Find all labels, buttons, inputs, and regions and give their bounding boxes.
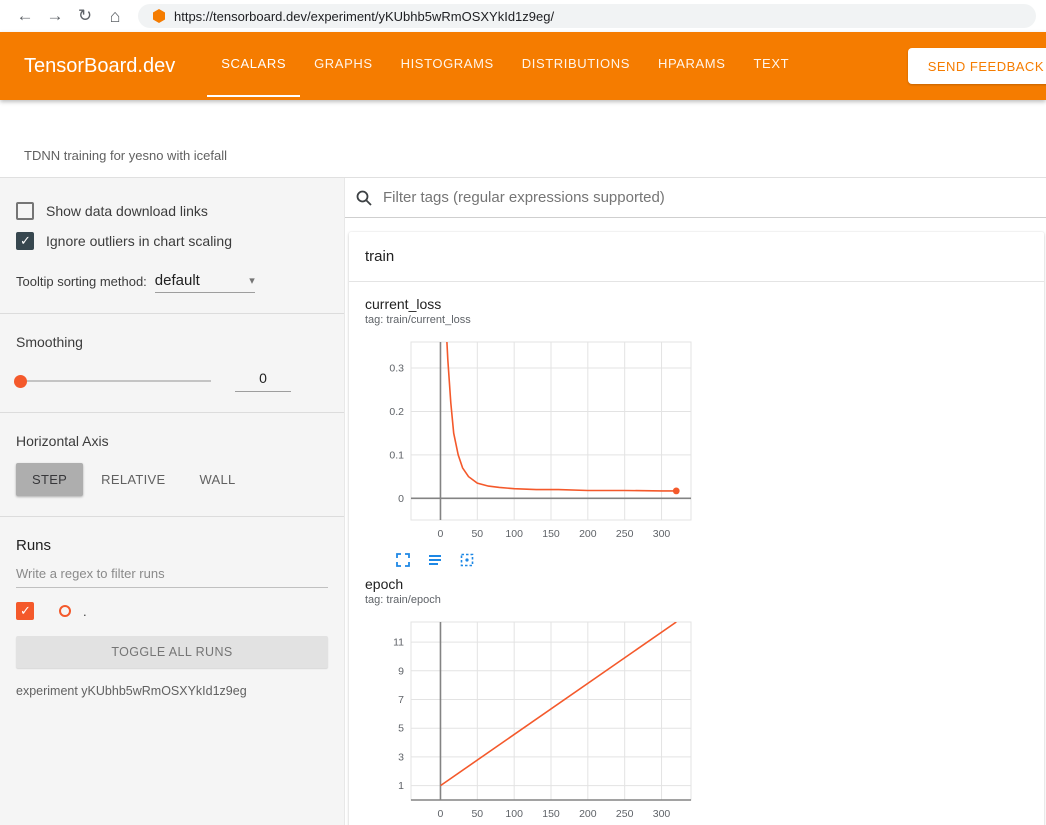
divider bbox=[0, 412, 344, 413]
subheader: TDNN training for yesno with icefall bbox=[0, 100, 1046, 178]
svg-text:100: 100 bbox=[505, 528, 523, 540]
show-download-links-label: Show data download links bbox=[46, 203, 208, 219]
tooltip-sorting-row: Tooltip sorting method: default bbox=[16, 272, 328, 293]
search-icon bbox=[355, 189, 373, 207]
sidebar: Show data download links Ignore outliers… bbox=[0, 178, 345, 825]
experiment-caption: experiment yKUbhb5wRmOSXYkId1z9eg bbox=[16, 684, 328, 698]
nav-tabs: SCALARS GRAPHS HISTOGRAMS DISTRIBUTIONS … bbox=[207, 32, 803, 100]
ignore-outliers-checkbox[interactable] bbox=[16, 232, 34, 250]
show-download-links-row[interactable]: Show data download links bbox=[16, 202, 328, 220]
filter-tags-input[interactable] bbox=[383, 189, 1046, 206]
home-icon[interactable] bbox=[100, 6, 130, 27]
runs-label: Runs bbox=[16, 537, 328, 554]
browser-chrome: https://tensorboard.dev/experiment/yKUbh… bbox=[0, 0, 1046, 32]
svg-text:0.1: 0.1 bbox=[389, 449, 404, 461]
smoothing-label: Smoothing bbox=[16, 334, 328, 350]
svg-text:50: 50 bbox=[471, 528, 483, 540]
ignore-outliers-label: Ignore outliers in chart scaling bbox=[46, 233, 232, 249]
tab-hparams[interactable]: HPARAMS bbox=[644, 32, 740, 97]
svg-text:3: 3 bbox=[398, 751, 404, 763]
wall-button[interactable]: WALL bbox=[183, 463, 251, 496]
chart-card: current_loss tag: train/current_loss 0 50 10… bbox=[365, 296, 700, 568]
chart-tag: tag: train/current_loss bbox=[365, 314, 700, 326]
svg-text:200: 200 bbox=[579, 808, 597, 820]
toggle-all-runs-button[interactable]: TOGGLE ALL RUNS bbox=[16, 636, 328, 668]
divider bbox=[0, 516, 344, 517]
step-button[interactable]: STEP bbox=[16, 463, 83, 496]
svg-text:100: 100 bbox=[505, 808, 523, 820]
svg-text:0: 0 bbox=[398, 493, 404, 505]
url-text: https://tensorboard.dev/experiment/yKUbh… bbox=[174, 9, 554, 24]
smoothing-slider-thumb[interactable] bbox=[14, 375, 27, 388]
svg-text:250: 250 bbox=[616, 808, 634, 820]
horizontal-axis-label: Horizontal Axis bbox=[16, 433, 328, 449]
tab-scalars[interactable]: SCALARS bbox=[207, 32, 300, 97]
main: train current_loss tag: train/current_los… bbox=[345, 178, 1046, 825]
run-checkbox[interactable] bbox=[16, 602, 34, 620]
tab-histograms[interactable]: HISTOGRAMS bbox=[387, 32, 508, 97]
send-feedback-button[interactable]: SEND FEEDBACK bbox=[908, 48, 1046, 84]
tab-distributions[interactable]: DISTRIBUTIONS bbox=[508, 32, 644, 97]
run-name: . bbox=[83, 604, 87, 619]
fullscreen-icon[interactable] bbox=[395, 552, 411, 568]
svg-text:5: 5 bbox=[398, 723, 404, 735]
tensorboard-favicon bbox=[152, 9, 166, 23]
charts-grid: current_losstag: train/current_loss05010… bbox=[349, 282, 1044, 825]
tooltip-sorting-value: default bbox=[155, 272, 200, 289]
run-row: . bbox=[16, 602, 328, 620]
content: Show data download links Ignore outliers… bbox=[0, 178, 1046, 825]
chart-tag: tag: train/epoch bbox=[365, 594, 700, 606]
address-bar[interactable]: https://tensorboard.dev/experiment/yKUbh… bbox=[138, 4, 1036, 28]
smoothing-slider-row: 0 bbox=[16, 370, 328, 392]
tab-graphs[interactable]: GRAPHS bbox=[300, 32, 387, 97]
svg-text:0: 0 bbox=[438, 808, 444, 820]
app-logo: TensorBoard.dev bbox=[0, 32, 175, 100]
show-download-links-checkbox[interactable] bbox=[16, 202, 34, 220]
svg-text:300: 300 bbox=[653, 528, 671, 540]
ignore-outliers-row[interactable]: Ignore outliers in chart scaling bbox=[16, 232, 328, 250]
svg-text:300: 300 bbox=[653, 808, 671, 820]
horizontal-axis-buttons: STEP RELATIVE WALL bbox=[16, 463, 328, 496]
fit-domain-icon[interactable] bbox=[459, 552, 475, 568]
reload-icon[interactable] bbox=[70, 6, 100, 26]
tab-text[interactable]: TEXT bbox=[740, 32, 804, 97]
page: https://tensorboard.dev/experiment/yKUbh… bbox=[0, 0, 1046, 825]
svg-text:150: 150 bbox=[542, 808, 560, 820]
filter-tags-row bbox=[345, 178, 1046, 218]
app-header: TensorBoard.dev SCALARS GRAPHS HISTOGRAM… bbox=[0, 32, 1046, 100]
horizontal-bars-icon[interactable] bbox=[427, 552, 443, 568]
back-icon[interactable] bbox=[10, 6, 40, 26]
svg-text:50: 50 bbox=[471, 808, 483, 820]
tooltip-sorting-dropdown[interactable]: default bbox=[155, 272, 255, 293]
chart-toolbar bbox=[365, 552, 700, 568]
chart-card: epoch tag: train/epoch 0 50 100 150 200 250 300 1… bbox=[365, 576, 700, 825]
svg-text:0.3: 0.3 bbox=[389, 363, 404, 375]
run-color-swatch bbox=[59, 605, 71, 617]
svg-text:1: 1 bbox=[398, 780, 404, 792]
train-section-header[interactable]: train bbox=[349, 232, 1044, 282]
divider bbox=[0, 313, 344, 314]
chart-plot[interactable]: 0 50 100 150 200 250 300 0 0.1 0.2 0.3 bbox=[365, 336, 699, 550]
chevron-down-icon bbox=[249, 274, 255, 287]
tooltip-sorting-label: Tooltip sorting method: bbox=[16, 274, 147, 293]
smoothing-value[interactable]: 0 bbox=[235, 370, 291, 392]
experiment-title: TDNN training for yesno with icefall bbox=[24, 148, 227, 163]
chart-title: epoch bbox=[365, 576, 700, 592]
svg-text:7: 7 bbox=[398, 694, 404, 706]
runs-filter-input[interactable] bbox=[16, 558, 328, 588]
svg-text:250: 250 bbox=[616, 528, 634, 540]
svg-text:200: 200 bbox=[579, 528, 597, 540]
train-card: train current_loss tag: train/current_los… bbox=[349, 232, 1044, 825]
smoothing-slider[interactable] bbox=[16, 380, 211, 382]
chart-title: current_loss bbox=[365, 296, 700, 312]
svg-text:9: 9 bbox=[398, 665, 404, 677]
forward-icon[interactable] bbox=[40, 6, 70, 26]
svg-text:11: 11 bbox=[393, 637, 404, 649]
svg-text:0.2: 0.2 bbox=[389, 406, 404, 418]
relative-button[interactable]: RELATIVE bbox=[85, 463, 181, 496]
svg-text:0: 0 bbox=[438, 528, 444, 540]
svg-text:150: 150 bbox=[542, 528, 560, 540]
chart-plot[interactable]: 0 50 100 150 200 250 300 1 3 5 7 9 11 bbox=[365, 616, 699, 825]
